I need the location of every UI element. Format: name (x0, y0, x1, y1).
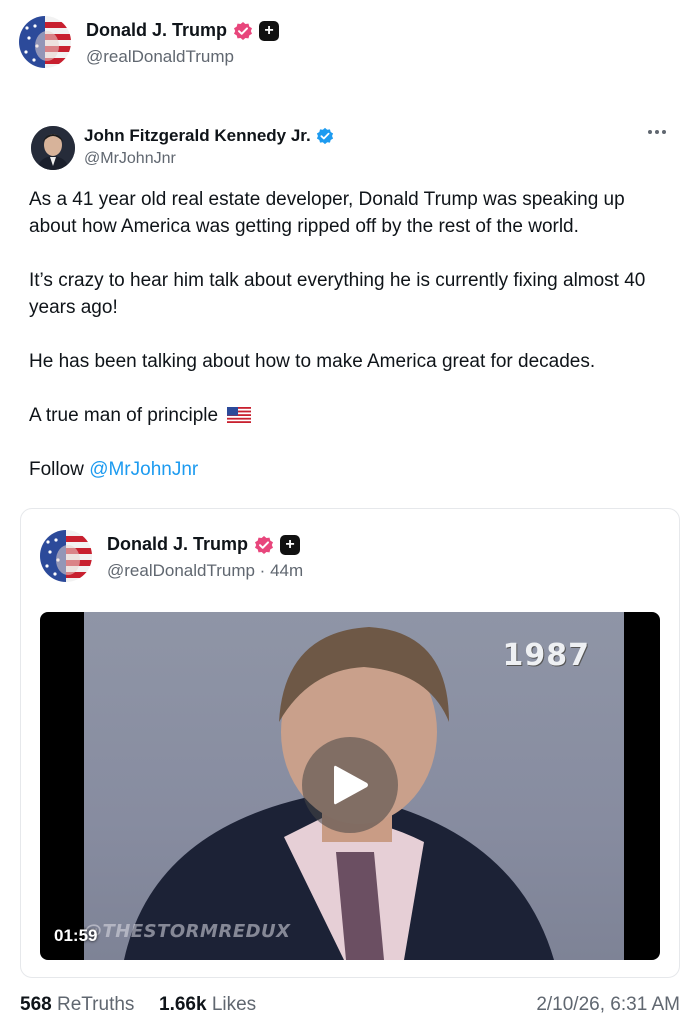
video-player[interactable]: 1987 @THESTORMREDUX 01:59 (40, 612, 660, 960)
author-name[interactable]: Donald J. Trump + (86, 20, 280, 41)
post-header: Donald J. Trump + @realDonaldTrump (0, 0, 700, 90)
post-timestamp[interactable]: 2/10/26, 6:31 AM (536, 994, 680, 1016)
post-paragraph: It’s crazy to hear him talk about everyt… (29, 270, 646, 318)
retruths-count: 568 (20, 994, 52, 1015)
quoted-author-name[interactable]: John Fitzgerald Kennedy Jr. (84, 126, 334, 146)
likes-label: Likes (211, 994, 257, 1015)
year-overlay: 1987 (502, 638, 590, 673)
verified-badge-icon (234, 21, 253, 40)
follow-text: Follow (29, 459, 84, 480)
plus-badge-icon: + (280, 534, 301, 555)
play-button[interactable] (302, 737, 398, 833)
video-watermark: @THESTORMREDUX (84, 921, 291, 942)
follow-handle-link[interactable]: @MrJohnJnr (89, 459, 198, 480)
author-handle[interactable]: @realDonaldTrump (86, 47, 234, 67)
quoted-author-name-text: John Fitzgerald Kennedy Jr. (84, 126, 311, 145)
us-flag-icon (227, 407, 252, 423)
verified-badge-icon (255, 535, 274, 554)
play-icon (334, 765, 368, 805)
embedded-author-meta[interactable]: @realDonaldTrump · 44m (107, 561, 303, 581)
retruths-stat[interactable]: 568 ReTruths (20, 994, 134, 1016)
author-name-text: Donald J. Trump (86, 20, 228, 40)
post-paragraph: As a 41 year old real estate developer, … (29, 189, 625, 237)
quoted-post: John Fitzgerald Kennedy Jr. @MrJohnJnr A… (10, 106, 690, 978)
avatar[interactable] (40, 530, 92, 582)
verified-badge-icon (316, 127, 333, 145)
retruths-label: ReTruths (56, 994, 135, 1015)
embedded-post[interactable]: Donald J. Trump + @realDonaldTrump · 44m (20, 508, 680, 978)
video-duration: 01:59 (54, 926, 98, 945)
plus-badge-icon: + (259, 20, 280, 41)
post-paragraph: Follow @MrJohnJnr (29, 456, 669, 483)
post-paragraph: He has been talking about how to make Am… (29, 351, 596, 372)
post-paragraph: A true man of principle (29, 402, 669, 429)
more-options-icon[interactable] (648, 128, 668, 136)
quoted-author-handle[interactable]: @MrJohnJnr (84, 150, 176, 168)
principle-text: A true man of principle (29, 405, 219, 426)
post-text: As a 41 year old real estate developer, … (29, 186, 669, 483)
embedded-author-name-text: Donald J. Trump (107, 534, 249, 554)
post-stats: 568 ReTruths 1.66k Likes 2/10/26, 6:31 A… (0, 990, 700, 1024)
likes-stat[interactable]: 1.66k Likes (159, 994, 256, 1016)
likes-count: 1.66k (159, 994, 207, 1015)
avatar[interactable] (31, 126, 75, 170)
embedded-author-name[interactable]: Donald J. Trump + (107, 534, 301, 555)
avatar[interactable] (19, 16, 71, 68)
